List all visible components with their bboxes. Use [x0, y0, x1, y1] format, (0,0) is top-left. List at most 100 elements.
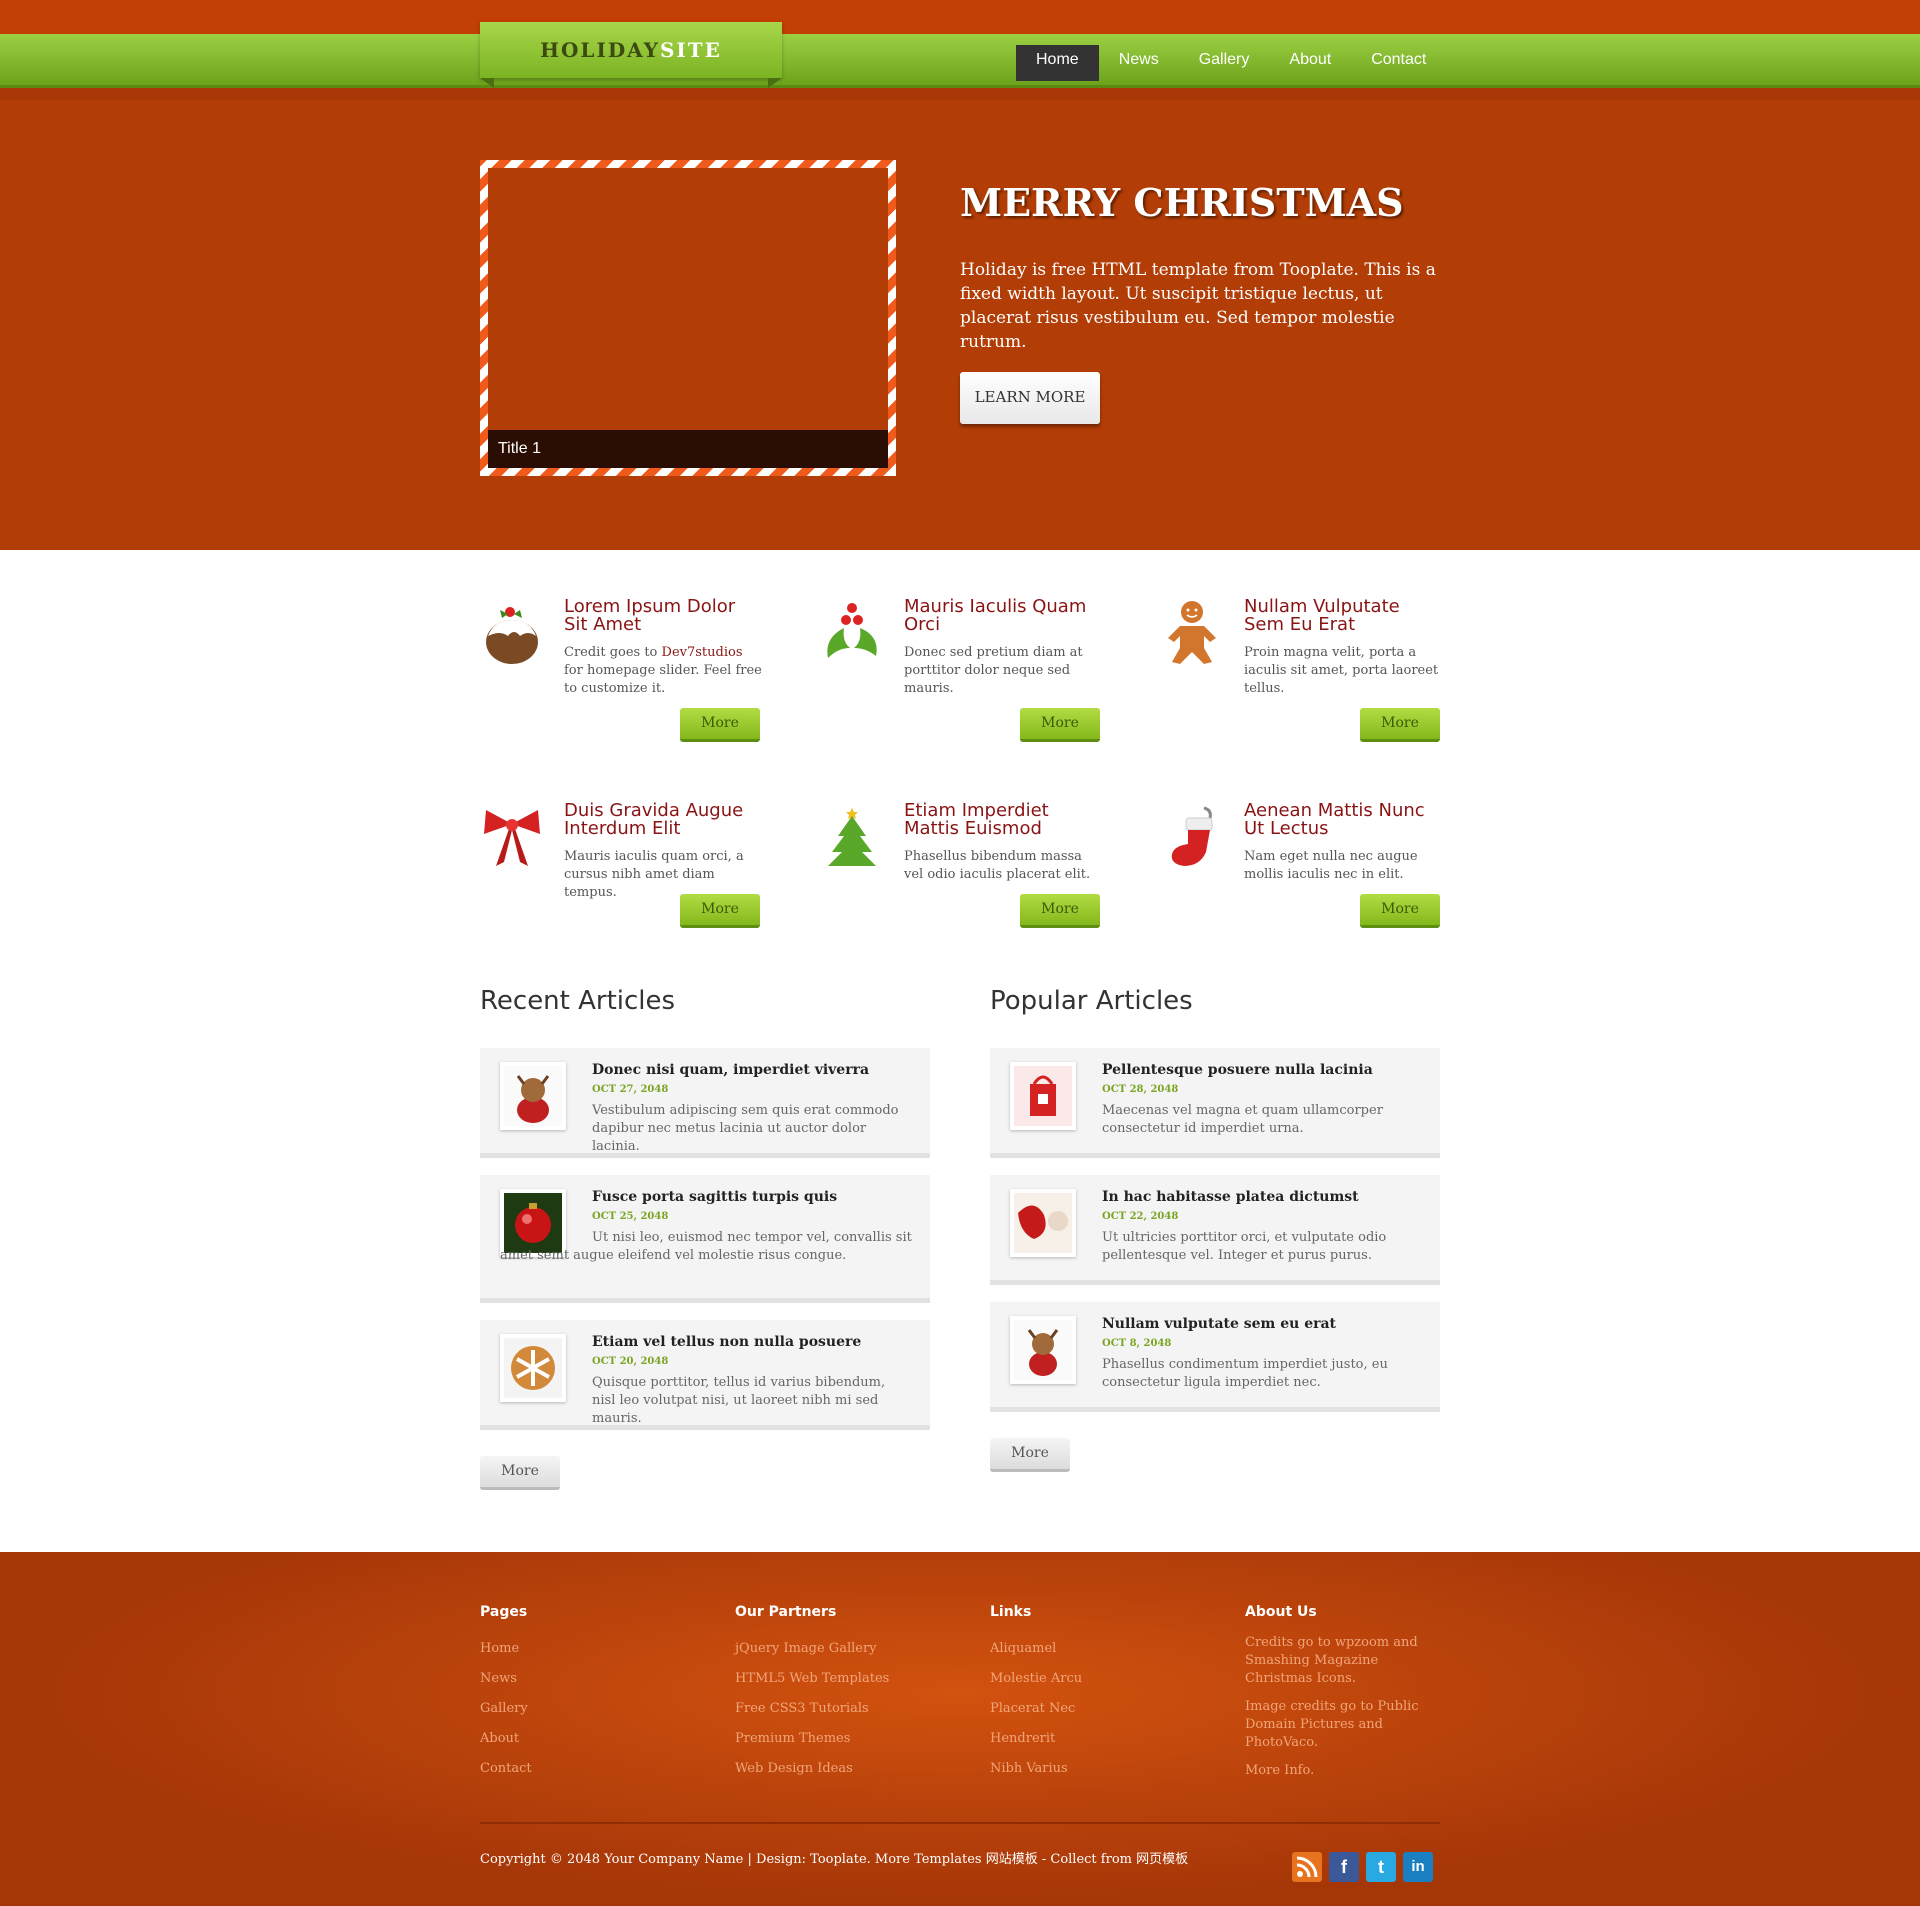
footer-partner-link[interactable]: Web Design Ideas — [735, 1754, 935, 1784]
footer-link[interactable]: Nibh Varius — [990, 1754, 1190, 1784]
feature-title: Duis Gravida Augue Interdum Elit — [564, 800, 744, 839]
christmas-tree-icon — [828, 808, 876, 866]
article-date: OCT 22, 2048 — [1102, 1211, 1179, 1222]
recent-more-button[interactable]: More — [480, 1456, 560, 1490]
footer-link-gallery[interactable]: Gallery — [480, 1694, 680, 1724]
logo-text-holiday: HOLIDAY — [540, 38, 660, 62]
footer-partner-link[interactable]: jQuery Image Gallery — [735, 1634, 935, 1664]
navbar-shadow — [0, 88, 1920, 100]
learn-more-button[interactable]: LEARN MORE — [960, 372, 1100, 424]
snowflake-cookie-image — [504, 1338, 562, 1398]
feature-more-button[interactable]: More — [1020, 894, 1100, 928]
footer-heading: Our Partners — [735, 1604, 837, 1620]
footer-heading: Links — [990, 1604, 1032, 1620]
feature-text: Nam eget nulla nec augue mollis iaculis … — [1244, 849, 1418, 882]
stocking-icon — [1171, 806, 1213, 866]
article-title[interactable]: In hac habitasse platea dictumst — [1102, 1189, 1359, 1205]
footer-pages: Pages Home News Gallery About Contact — [480, 1604, 680, 1784]
twitter-icon[interactable]: t — [1366, 1852, 1396, 1882]
article-thumbnail — [1010, 1062, 1076, 1130]
logo-ribbon-fold-left — [480, 78, 494, 88]
logo-ribbon-fold-right — [768, 78, 782, 88]
site-logo[interactable]: HOLIDAYSITE — [480, 22, 782, 78]
feature-more-button[interactable]: More — [1020, 708, 1100, 742]
article-excerpt: Ut nisi leo, euismod nec tempor vel, con… — [500, 1230, 912, 1263]
dev7studios-link[interactable]: Dev7studios — [662, 645, 743, 660]
menu-about[interactable]: About — [1269, 45, 1351, 81]
rss-icon[interactable] — [1292, 1852, 1322, 1882]
popular-articles-title: Popular Articles — [990, 986, 1193, 1016]
footer-partner-link[interactable]: Free CSS3 Tutorials — [735, 1694, 935, 1724]
red-ribbon-image — [1014, 1193, 1072, 1253]
slider-frame[interactable]: Title 1 — [480, 160, 896, 476]
feature-more-button[interactable]: More — [1360, 708, 1440, 742]
article-thumbnail — [500, 1062, 566, 1130]
copyright-text: Copyright © 2048 Your Company Name | Des… — [480, 1852, 1189, 1867]
article-excerpt: Vestibulum adipiscing sem quis erat comm… — [592, 1103, 899, 1154]
footer-link[interactable]: Molestie Arcu — [990, 1664, 1190, 1694]
article-thumbnail — [500, 1334, 566, 1402]
article-card[interactable]: Nullam vulputate sem eu erat OCT 8, 2048… — [990, 1302, 1440, 1412]
feature-more-button[interactable]: More — [680, 708, 760, 742]
feature-title: Nullam Vulputate Sem Eu Erat — [1244, 596, 1400, 635]
menu-news[interactable]: News — [1099, 45, 1179, 81]
header-top-strip — [0, 0, 1920, 34]
menu-home[interactable]: Home — [1016, 45, 1099, 81]
article-title[interactable]: Pellentesque posuere nulla lacinia — [1102, 1062, 1373, 1078]
gingerbread-man-icon — [1168, 601, 1216, 664]
logo-text-site: SITE — [659, 38, 722, 62]
slider-caption: Title 1 — [488, 430, 888, 468]
footer-link-contact[interactable]: Contact — [480, 1754, 680, 1784]
article-card[interactable]: Fusce porta sagittis turpis quis OCT 25,… — [480, 1175, 930, 1303]
article-date: OCT 25, 2048 — [592, 1211, 669, 1222]
article-excerpt: Phasellus condimentum imperdiet justo, e… — [1102, 1357, 1388, 1390]
feature-title: Mauris Iaculis Quam Orci — [904, 596, 1087, 635]
bow-icon — [484, 810, 540, 866]
popular-more-button[interactable]: More — [990, 1438, 1070, 1472]
linkedin-icon[interactable]: in — [1403, 1852, 1433, 1882]
feature-more-button[interactable]: More — [1360, 894, 1440, 928]
footer-heading: Pages — [480, 1604, 528, 1620]
footer-link-home[interactable]: Home — [480, 1634, 680, 1664]
footer-more-info-link[interactable]: More Info. — [1245, 1762, 1445, 1780]
footer-link[interactable]: Aliquamel — [990, 1634, 1190, 1664]
footer-partner-link[interactable]: Premium Themes — [735, 1724, 935, 1754]
article-title[interactable]: Fusce porta sagittis turpis quis — [592, 1189, 837, 1205]
article-card[interactable]: Etiam vel tellus non nulla posuere OCT 2… — [480, 1320, 930, 1430]
article-title[interactable]: Donec nisi quam, imperdiet viverra — [592, 1062, 869, 1078]
footer-link[interactable]: Hendrerit — [990, 1724, 1190, 1754]
footer-partner-link[interactable]: HTML5 Web Templates — [735, 1664, 935, 1694]
article-card[interactable]: Pellentesque posuere nulla lacinia OCT 2… — [990, 1048, 1440, 1158]
hero-text: Holiday is free HTML template from Toopl… — [960, 260, 1436, 352]
footer-link-news[interactable]: News — [480, 1664, 680, 1694]
menu-contact[interactable]: Contact — [1351, 45, 1446, 81]
navbar — [0, 34, 1920, 88]
footer-link-about[interactable]: About — [480, 1724, 680, 1754]
article-title[interactable]: Etiam vel tellus non nulla posuere — [592, 1334, 861, 1350]
feature-text: Phasellus bibendum massa vel odio iaculi… — [904, 849, 1091, 882]
feature-more-button[interactable]: More — [680, 894, 760, 928]
article-thumbnail — [1010, 1316, 1076, 1384]
feature-text: Proin magna velit, porta a iaculis sit a… — [1244, 645, 1439, 696]
footer-link[interactable]: Placerat Nec — [990, 1694, 1190, 1724]
holly-icon — [827, 603, 877, 658]
article-title[interactable]: Nullam vulputate sem eu erat — [1102, 1316, 1336, 1332]
article-excerpt: Maecenas vel magna et quam ullamcorper c… — [1102, 1103, 1383, 1136]
article-excerpt: Quisque porttitor, tellus id varius bibe… — [592, 1375, 886, 1426]
hero-title: MERRY CHRISTMAS — [960, 180, 1404, 225]
feature-title: Lorem Ipsum Dolor Sit Amet — [564, 596, 736, 635]
reindeer-plush-image — [1014, 1320, 1072, 1380]
gift-bag-image — [1014, 1066, 1072, 1126]
facebook-icon[interactable]: f — [1329, 1852, 1359, 1882]
article-card[interactable]: Donec nisi quam, imperdiet viverra OCT 2… — [480, 1048, 930, 1158]
article-thumbnail — [1010, 1189, 1076, 1257]
main-menu: Home News Gallery About Contact — [1016, 45, 1446, 81]
footer-heading: About Us — [1245, 1604, 1317, 1620]
article-card[interactable]: In hac habitasse platea dictumst OCT 22,… — [990, 1175, 1440, 1285]
slider-image — [488, 168, 888, 468]
article-date: OCT 8, 2048 — [1102, 1338, 1172, 1349]
footer-about-image-credits: Image credits go to Public Domain Pictur… — [1245, 1699, 1419, 1750]
feature-text: Credit goes to Dev7studios for homepage … — [564, 645, 762, 696]
feature-item: Aenean Mattis Nunc Ut Lectus Nam eget nu… — [1160, 802, 1450, 952]
menu-gallery[interactable]: Gallery — [1179, 45, 1270, 81]
